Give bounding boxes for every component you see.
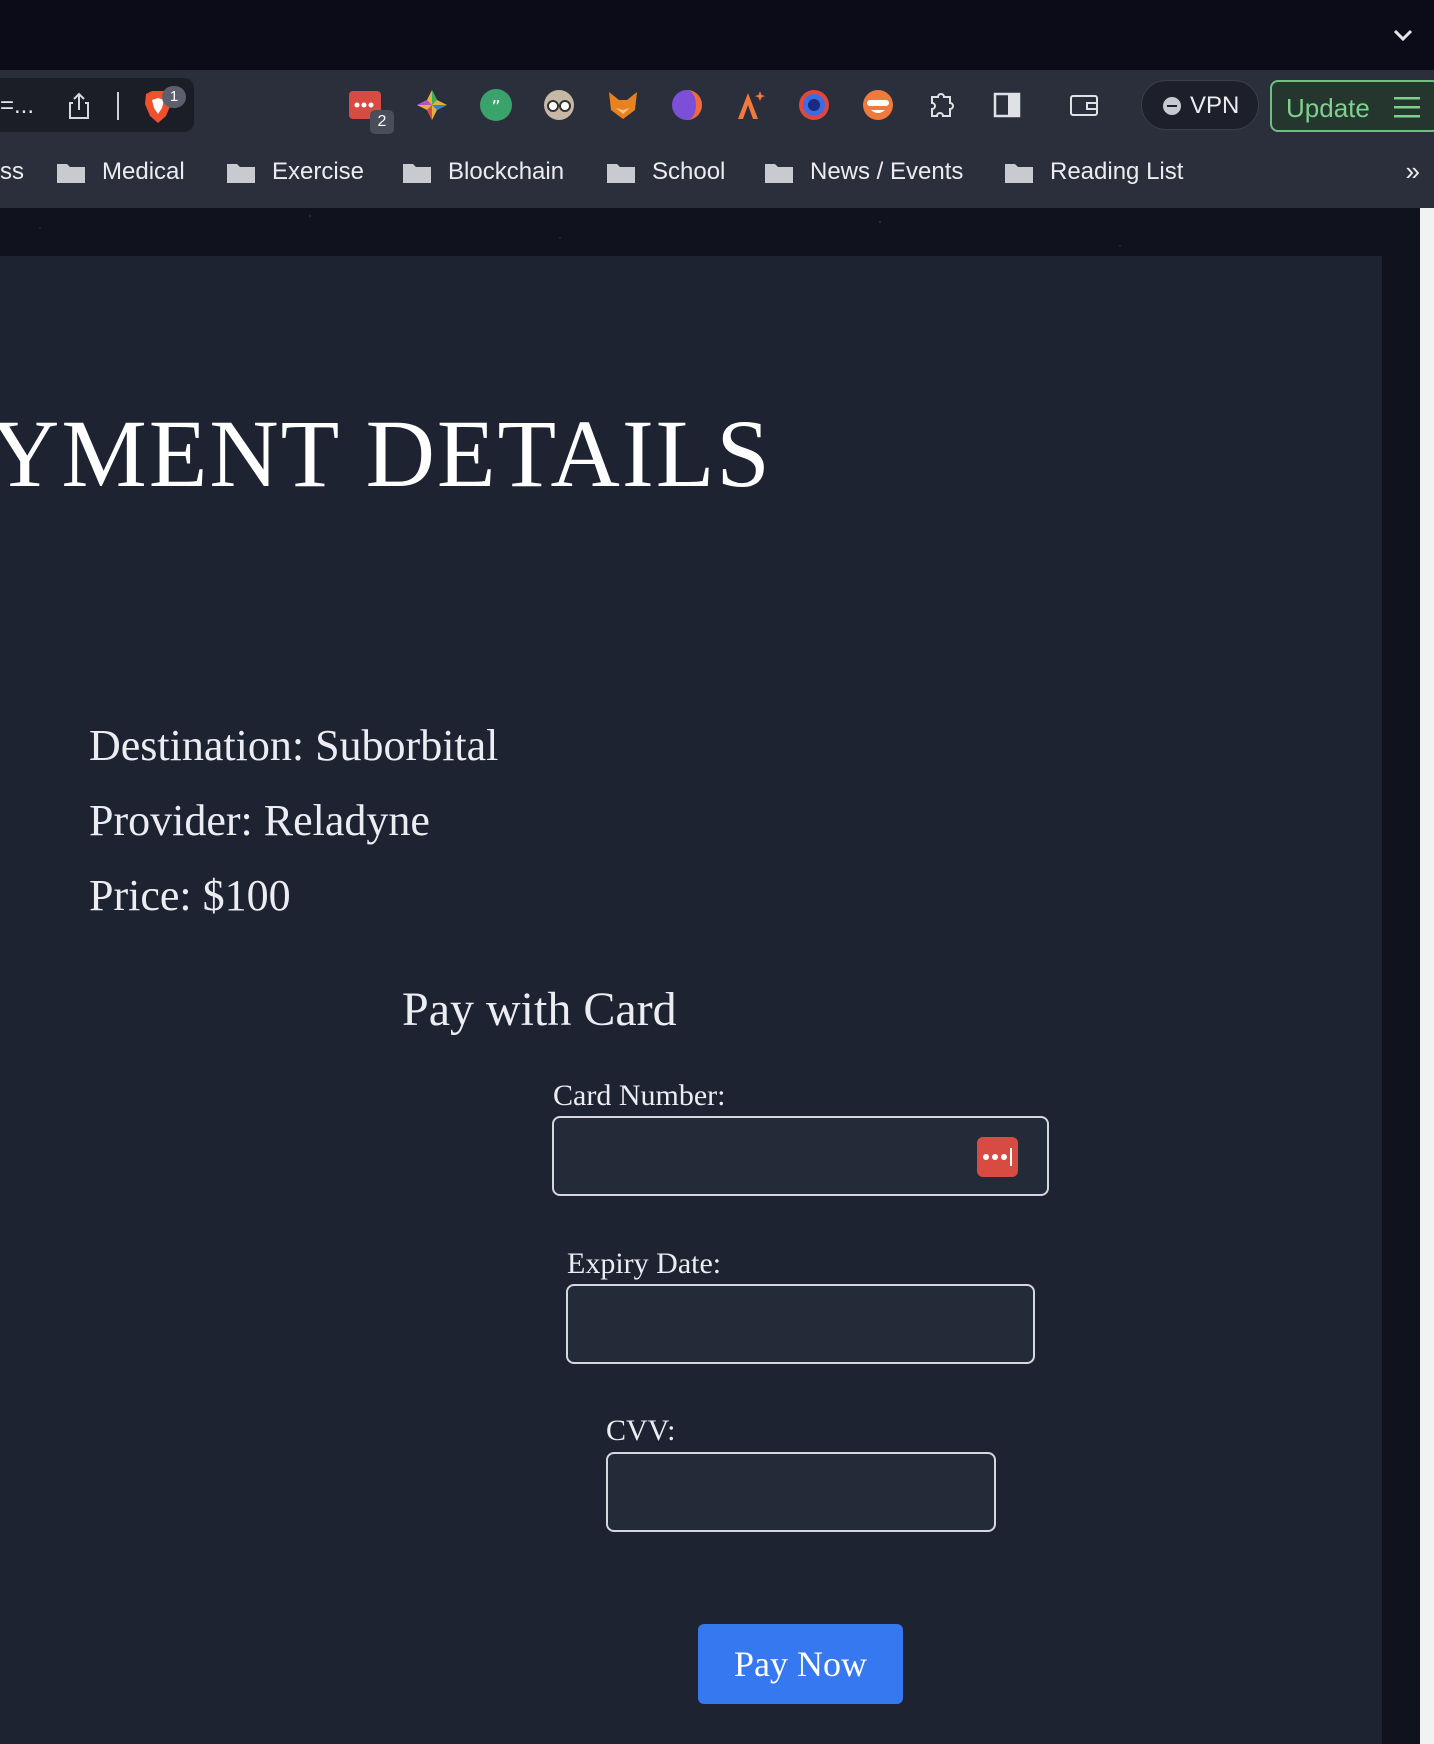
bookmark-label: News / Events [810,158,964,185]
update-label: Update [1286,93,1370,123]
folder-icon [227,164,255,183]
reader-glasses-icon[interactable] [542,88,576,122]
address-bar-text: =... [0,92,35,119]
sidebar-icon[interactable] [990,88,1024,122]
folder-icon [765,164,793,183]
puzzle-icon[interactable] [926,88,960,122]
share-icon[interactable] [64,91,94,121]
destination-text: Destination: Suborbital [89,721,499,770]
masked-face-icon[interactable] [861,88,895,122]
bookmark-label: Blockchain [448,158,565,185]
folder-icon [607,164,635,183]
card-number-input[interactable] [552,1116,1049,1196]
pay-now-button[interactable]: Pay Now [698,1624,903,1704]
bookmark-label: Reading List [1050,158,1184,185]
page-title: YMENT DETAILS [0,400,772,507]
wallet-icon[interactable] [1067,88,1101,122]
bookmarks-bar: ss Medical Exercise Blockchain School Ne… [0,140,1434,208]
page-scrollbar[interactable] [1420,208,1434,1744]
window-titlebar [0,0,1434,70]
sparkle-arrow-icon[interactable] [734,88,768,122]
brave-shield-count-badge: 1 [162,86,186,108]
hamburger-menu-icon[interactable] [1394,96,1420,118]
quote-icon[interactable]: ” [479,88,513,122]
password-manager-autofill-icon[interactable] [977,1137,1018,1177]
circle-orb-icon[interactable] [797,88,831,122]
bookmark-label: ss [0,158,24,185]
update-button[interactable]: Update [1270,80,1434,132]
expiry-date-label: Expiry Date: [567,1247,722,1280]
expiry-date-input[interactable] [566,1284,1035,1364]
bookmark-label: Medical [102,158,185,185]
price-text: Price: $100 [89,871,291,920]
toolbar-divider [117,92,119,120]
folder-icon [403,164,431,183]
folder-icon [57,164,85,183]
card-number-label: Card Number: [553,1079,726,1112]
pay-with-card-heading: Pay with Card [402,983,677,1036]
cvv-input[interactable] [606,1452,996,1532]
vpn-status-icon [1163,97,1181,115]
chevron-down-icon[interactable] [1390,22,1416,48]
vpn-label: VPN [1190,92,1240,119]
folder-icon [1005,164,1033,183]
vpn-button[interactable]: VPN [1141,80,1259,130]
cvv-label: CVV: [606,1414,676,1447]
provider-text: Provider: Reladyne [89,796,430,845]
bookmark-label: School [652,158,726,185]
bookmarks-overflow-button[interactable]: » [1406,156,1420,187]
browser-toolbar: =... 1 2 ” VPN Update [0,70,1434,140]
address-bar[interactable]: =... 1 [0,78,194,132]
bookmark-label: Exercise [272,158,365,185]
fox-wallet-icon[interactable] [606,88,640,122]
half-moon-icon[interactable] [670,88,704,122]
extension-count-badge: 2 [370,110,394,134]
color-picker-icon[interactable] [415,88,449,122]
svg-text:”: ” [491,97,500,118]
